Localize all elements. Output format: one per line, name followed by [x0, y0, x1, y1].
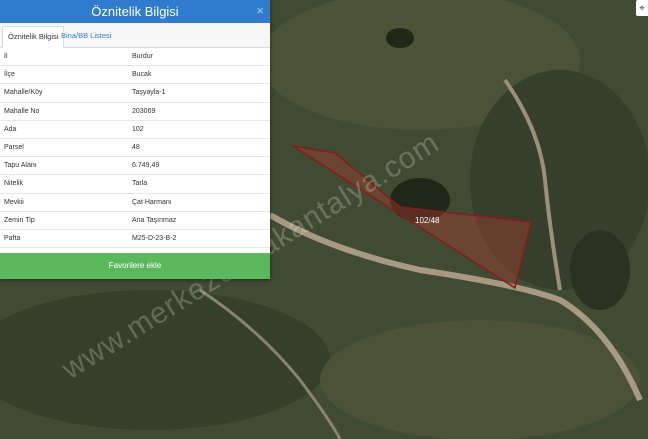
table-row: Mahalle/Köy Taşyayla-1 [0, 83, 270, 103]
parcel-label: 102/48 [415, 216, 440, 225]
attr-value: Ana Taşınmaz [128, 211, 270, 230]
attr-key: Ada [0, 120, 128, 139]
terrain-patch [320, 320, 640, 439]
table-row: İl Burdur [0, 48, 270, 67]
attr-value: Tarla [128, 174, 270, 194]
attribute-panel: Öznitelik Bilgisi × Öznitelik Bilgisi Bi… [0, 0, 270, 279]
attr-key: İl [0, 48, 128, 67]
attr-value: Bucak [128, 65, 270, 85]
attr-key: Parsel [0, 138, 128, 158]
attr-value: Çat Harmanı [128, 193, 270, 212]
attr-key: Mevkii [0, 193, 128, 212]
attr-value: 6.749,49 [128, 156, 270, 176]
panel-tabs: Öznitelik Bilgisi Bina/BB Listesi [0, 23, 270, 48]
tree-cluster [570, 230, 630, 310]
table-row: Tapu Alanı 6.749,49 [0, 156, 270, 176]
table-row: Mevkii Çat Harmanı [0, 193, 270, 212]
attr-key: İlçe [0, 65, 128, 85]
table-row: Zemin Tip Ana Taşınmaz [0, 211, 270, 230]
attr-value: M25-D-23-B-2 [128, 229, 270, 249]
attr-key: Mahalle No [0, 102, 128, 121]
attr-value: 102 [128, 120, 270, 139]
attr-value: Taşyayla-1 [128, 83, 270, 103]
table-row: Mahalle No 203069 [0, 102, 270, 121]
attr-key: Pafta [0, 229, 128, 249]
table-row: Nitelik Tarla [0, 174, 270, 194]
attr-key: Tapu Alanı [0, 156, 128, 176]
attr-key: Zemin Tip [0, 211, 128, 230]
attribute-table: İl Burdur İlçe Bucak Mahalle/Köy Taşyayla-1… [0, 48, 270, 249]
add-favorite-button[interactable]: Favorilere ekle [0, 253, 270, 279]
panel-title: Öznitelik Bilgisi [91, 4, 179, 19]
attr-value: 203069 [128, 102, 270, 121]
panel-header: Öznitelik Bilgisi × [0, 0, 270, 23]
table-row: Pafta M25-D-23-B-2 [0, 229, 270, 249]
table-row: İlçe Bucak [0, 65, 270, 85]
table-row: Parsel 48 [0, 138, 270, 158]
crosshair-icon[interactable]: ⌖ [636, 0, 648, 16]
attr-key: Mahalle/Köy [0, 83, 128, 103]
attr-value: Burdur [128, 48, 270, 67]
attr-key: Nitelik [0, 174, 128, 194]
table-row: Ada 102 [0, 120, 270, 139]
tree-cluster [386, 28, 414, 48]
close-icon[interactable]: × [256, 3, 264, 18]
tab-building-list[interactable]: Bina/BB Listesi [56, 26, 116, 46]
attr-value: 48 [128, 138, 270, 158]
